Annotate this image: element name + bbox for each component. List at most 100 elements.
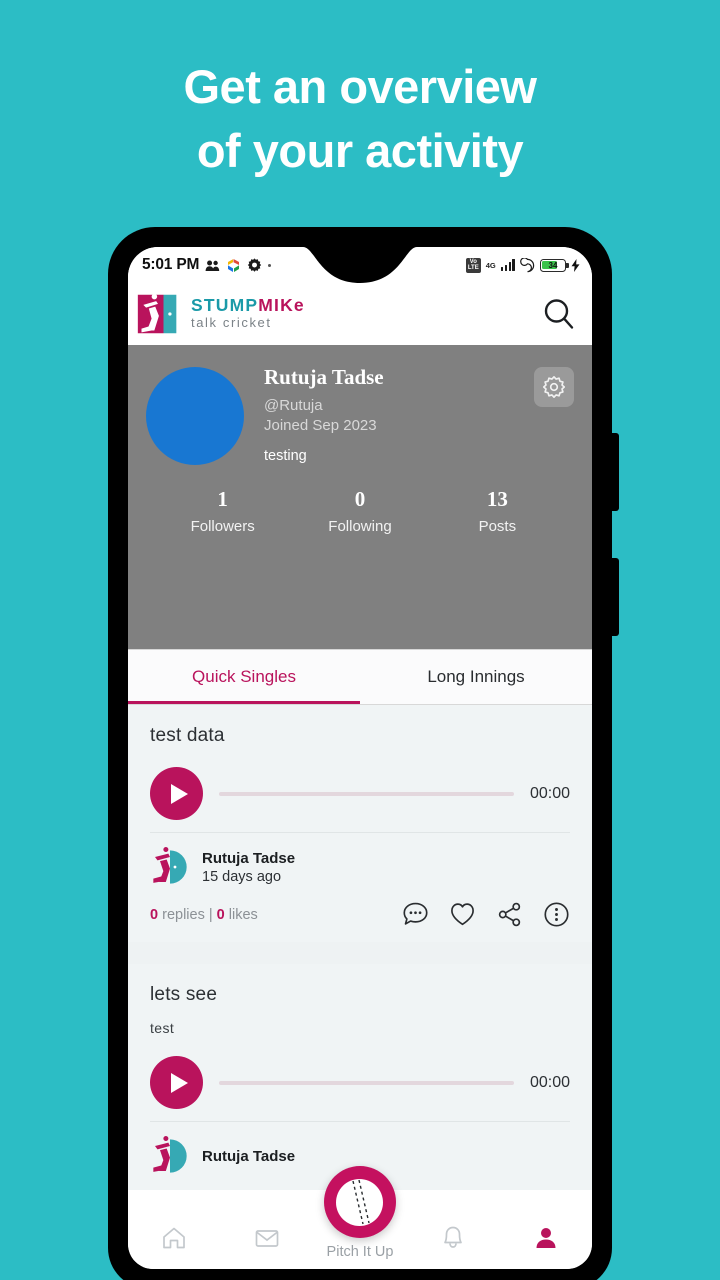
status-time: 5:01 PM: [142, 256, 200, 273]
tab-label: Quick Singles: [192, 666, 296, 686]
tab-quick-singles[interactable]: Quick Singles: [128, 649, 360, 704]
seek-bar[interactable]: [219, 1080, 514, 1085]
home-icon: [163, 1227, 186, 1249]
likes-count: 0: [216, 906, 225, 923]
stat-label: Posts: [478, 518, 517, 535]
post-card[interactable]: lets see test 00:00 Rutuja Tadse: [128, 964, 592, 1190]
sync-icon: [520, 257, 535, 272]
audio-player: 00:00: [150, 767, 570, 820]
photos-icon: [228, 258, 240, 272]
audio-duration: 00:00: [529, 784, 570, 802]
brand-tagline: talk cricket: [191, 315, 272, 331]
profile-section: Rutuja Tadse @Rutuja Joined Sep 2023 tes…: [128, 345, 592, 649]
phone-mockup: 5:01 PM Vo LTE 4G 34 STUMPMIKe talk cric…: [109, 228, 619, 1280]
post-counts: 0 replies | 0 likes: [150, 907, 258, 923]
nav-item-notifications[interactable]: [406, 1207, 499, 1269]
avatar[interactable]: [146, 367, 244, 465]
play-button[interactable]: [150, 1056, 203, 1109]
gear-icon: [248, 257, 262, 272]
bell-icon: [443, 1226, 462, 1248]
promo-banner: Get an overview of your activity: [0, 0, 720, 215]
mail-icon: [255, 1230, 279, 1247]
brand-block[interactable]: STUMPMIKe talk cricket: [136, 292, 305, 336]
brand-mike-text: MIKe: [258, 294, 305, 315]
profile-bio: testing: [264, 448, 307, 464]
promo-headline-line1: Get an overview: [183, 60, 538, 113]
brand-stump-text: STUMP: [191, 294, 259, 315]
pitch-it-up-label: Pitch It Up: [326, 1244, 394, 1260]
promo-headline-line2: of your activity: [196, 123, 524, 177]
share-icon[interactable]: [496, 901, 523, 928]
tab-long-innings[interactable]: Long Innings: [360, 649, 592, 704]
profile-name: Rutuja Tadse: [264, 365, 384, 389]
likes-label: likes: [228, 906, 258, 923]
status-bar-right: Vo LTE 4G 34: [465, 257, 580, 273]
stat-followers[interactable]: 1 Followers: [154, 487, 291, 535]
tab-bar: Quick Singles Long Innings: [128, 649, 592, 705]
stat-value: 1: [217, 487, 228, 511]
stat-value: 0: [354, 487, 366, 511]
comment-icon[interactable]: [402, 901, 429, 928]
post-author-info: Rutuja Tadse 15 days ago: [202, 850, 295, 885]
card-separator: [128, 942, 592, 964]
stat-value: 13: [486, 487, 508, 511]
bottom-navigation: Pitch It Up: [128, 1166, 592, 1269]
more-icon[interactable]: [543, 901, 570, 928]
post-subtitle: test: [150, 1020, 175, 1036]
status-bar-left: 5:01 PM: [142, 256, 272, 274]
play-button[interactable]: [150, 767, 203, 820]
phone-volume-button: [610, 433, 619, 511]
battery-percent: 34: [548, 260, 558, 270]
post-meta-row: 0 replies | 0 likes: [150, 901, 570, 928]
counts-separator: |: [208, 906, 213, 923]
app-header: STUMPMIKe talk cricket: [128, 283, 592, 345]
profile-header: Rutuja Tadse @Rutuja Joined Sep 2023 tes…: [146, 361, 574, 465]
dot-icon: [268, 263, 272, 267]
stumpmike-logo-icon: [153, 1136, 187, 1173]
play-icon: [170, 1072, 188, 1093]
profile-handle: @Rutuja: [264, 397, 323, 414]
post-timestamp: 15 days ago: [202, 868, 282, 885]
people-icon: [205, 260, 220, 271]
charging-icon: [571, 258, 580, 272]
audio-player: 00:00: [150, 1056, 570, 1109]
stat-label: Followers: [190, 518, 255, 535]
nav-item-pitch-it-up[interactable]: Pitch It Up: [314, 1166, 407, 1269]
battery-icon: 34: [540, 258, 569, 272]
nav-item-profile[interactable]: [499, 1207, 592, 1269]
profile-joined-date: Joined Sep 2023: [264, 417, 377, 434]
stat-posts[interactable]: 13 Posts: [429, 487, 566, 535]
stat-following[interactable]: 0 Following: [291, 487, 428, 535]
play-icon: [170, 783, 188, 804]
heart-icon[interactable]: [449, 901, 476, 928]
post-title: test data: [150, 725, 225, 746]
tab-divider: [128, 704, 592, 705]
status-bar: 5:01 PM Vo LTE 4G 34: [128, 247, 592, 283]
tab-label: Long Innings: [427, 666, 525, 686]
post-author-info: Rutuja Tadse: [202, 1148, 295, 1165]
profile-info: Rutuja Tadse @Rutuja Joined Sep 2023 tes…: [264, 361, 574, 465]
cricket-ball-icon: [323, 1166, 396, 1238]
seek-bar[interactable]: [219, 791, 514, 796]
search-icon[interactable]: [542, 297, 576, 331]
profile-icon: [536, 1228, 556, 1248]
post-author-name: Rutuja Tadse: [202, 849, 296, 867]
stumpmike-logo-icon: [153, 847, 187, 884]
post-title: lets see: [150, 984, 218, 1005]
audio-duration: 00:00: [529, 1073, 570, 1091]
post-author-name: Rutuja Tadse: [202, 1147, 296, 1165]
phone-power-button: [610, 558, 619, 636]
profile-settings-button[interactable]: [534, 367, 574, 407]
network-label: 4G: [485, 260, 496, 270]
brand-wordmark: STUMPMIKe talk cricket: [191, 294, 305, 331]
feed-list: test data 00:00 Rutuja Tadse 15 days ago…: [128, 705, 592, 1190]
nav-item-messages[interactable]: [221, 1207, 314, 1269]
phone-screen: 5:01 PM Vo LTE 4G 34 STUMPMIKe talk cric…: [128, 247, 592, 1269]
stat-label: Following: [328, 518, 392, 535]
post-actions: [402, 901, 570, 928]
nav-item-home[interactable]: [128, 1207, 221, 1269]
volte-icon: Vo LTE: [465, 257, 481, 273]
signal-icon: [500, 259, 515, 271]
post-card[interactable]: test data 00:00 Rutuja Tadse 15 days ago…: [128, 705, 592, 942]
post-author[interactable]: Rutuja Tadse 15 days ago: [150, 847, 570, 887]
